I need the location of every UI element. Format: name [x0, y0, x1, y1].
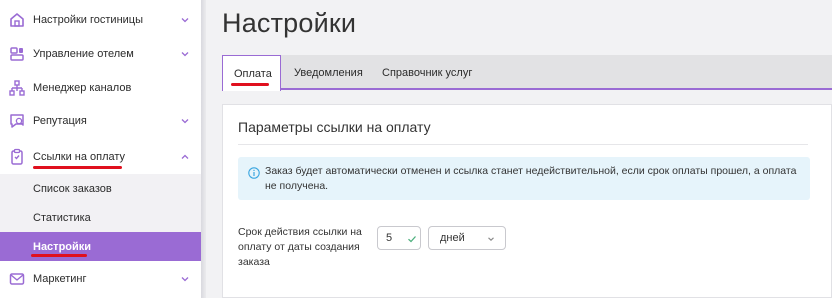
sidebar-subitem-label: Статистика	[33, 211, 91, 224]
chevron-down-icon	[488, 237, 494, 241]
tab-notifications[interactable]: Уведомления	[294, 55, 363, 90]
sidebar-item-hotel-settings[interactable]: Настройки гостиницы	[0, 3, 201, 37]
hotel-management-icon	[10, 47, 24, 61]
divider	[238, 144, 808, 145]
sidebar-subitem-statistics[interactable]: Статистика	[0, 203, 201, 232]
info-alert: Заказ будет автоматически отменен и ссыл…	[238, 157, 810, 200]
payment-link-settings-card: Параметры ссылки на оплату Заказ будет а…	[222, 104, 832, 298]
sidebar-item-label: Настройки гостиницы	[33, 14, 143, 26]
unit-select-value: дней	[440, 232, 465, 244]
tab-label: Справочник услуг	[382, 66, 473, 79]
sidebar-item-label: Маркетинг	[33, 273, 87, 285]
chevron-up-icon	[181, 154, 189, 159]
info-text: Заказ будет автоматически отменен и ссыл…	[265, 165, 797, 192]
tabs-bar: Оплата Уведомления Справочник услуг	[222, 55, 832, 91]
check-icon	[408, 236, 416, 243]
sidebar-item-label: Репутация	[33, 115, 87, 127]
sidebar: Настройки гостиницы Управление отелем Ме…	[0, 0, 201, 298]
sidebar-subitem-order-list[interactable]: Список заказов	[0, 174, 201, 203]
chevron-down-icon	[181, 119, 189, 124]
sidebar-item-reputation[interactable]: Репутация	[0, 104, 201, 138]
sidebar-divider	[201, 0, 206, 298]
sidebar-item-label: Менеджер каналов	[33, 82, 132, 94]
reputation-icon	[10, 114, 24, 128]
mail-icon	[9, 273, 25, 285]
link-validity-label: Срок действия ссылки на оплату от даты с…	[238, 226, 362, 268]
chevron-down-icon	[181, 18, 189, 23]
days-input[interactable]: 5	[377, 226, 421, 250]
sidebar-subitem-label: Настройки	[33, 240, 92, 253]
sidebar-item-marketing[interactable]: Маркетинг	[0, 262, 201, 296]
sidebar-item-label: Управление отелем	[33, 48, 134, 60]
sidebar-item-channel-manager[interactable]: Менеджер каналов	[0, 71, 201, 105]
sidebar-item-label: Ссылки на оплату	[33, 151, 126, 163]
sidebar-subitem-label: Список заказов	[33, 182, 112, 195]
home-icon	[10, 13, 24, 27]
page-title: Настройки	[222, 8, 357, 38]
card-title: Параметры ссылки на оплату	[238, 119, 431, 135]
highlight-underline	[31, 254, 87, 257]
highlight-underline	[33, 166, 122, 169]
channel-manager-icon	[9, 80, 25, 96]
info-icon	[248, 167, 260, 179]
tab-service-catalog[interactable]: Справочник услуг	[382, 55, 472, 90]
tab-label: Уведомления	[294, 66, 363, 79]
payment-links-icon	[11, 148, 23, 165]
tab-label: Оплата	[234, 67, 272, 80]
days-input-value: 5	[386, 232, 393, 244]
unit-select[interactable]: дней	[428, 226, 506, 250]
sidebar-subitem-settings[interactable]: Настройки	[0, 232, 201, 261]
sidebar-item-hotel-management[interactable]: Управление отелем	[0, 37, 201, 71]
highlight-underline	[231, 83, 269, 86]
chevron-down-icon	[181, 52, 189, 57]
chevron-down-icon	[181, 277, 189, 282]
